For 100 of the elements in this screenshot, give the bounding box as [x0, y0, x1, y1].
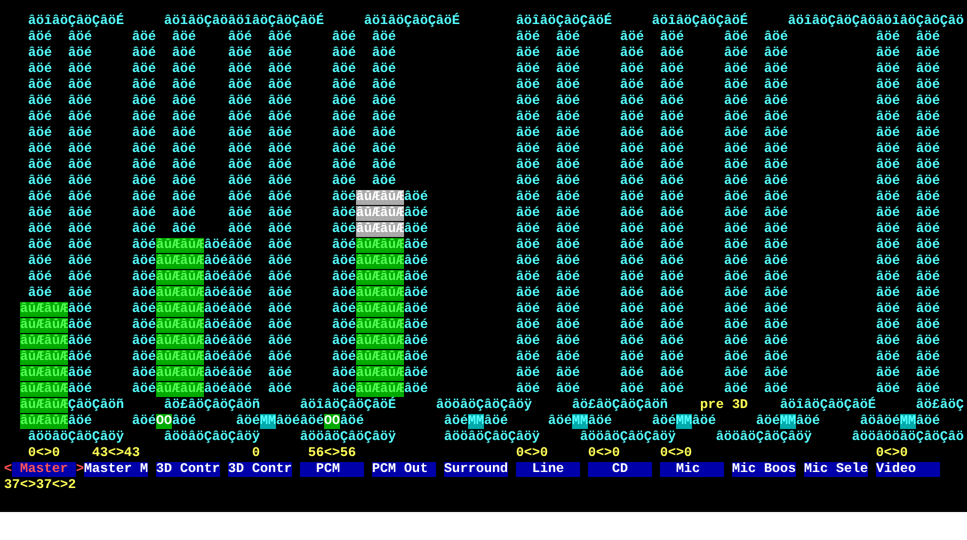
- terminal-text: âöé: [332, 222, 356, 237]
- volume-bar-text: âûÆâûÆ: [156, 334, 204, 349]
- terminal-text: âöé: [68, 238, 92, 253]
- channel-tab[interactable]: Video: [876, 462, 940, 477]
- terminal-text: âöé: [28, 254, 52, 269]
- terminal-text: âöé: [516, 302, 540, 317]
- selection-arrow: <: [4, 462, 12, 477]
- terminal-text: âöé: [268, 382, 292, 397]
- volume-bar-text: âûÆâûÆ: [356, 254, 404, 269]
- terminal-text: âöé: [916, 238, 940, 253]
- terminal-text: âöé: [28, 286, 52, 301]
- channel-tab[interactable]: Mic Sele: [804, 462, 868, 477]
- terminal-text: âöé: [764, 382, 788, 397]
- terminal-text: âöé: [556, 222, 580, 237]
- channel-tab[interactable]: Line: [516, 462, 580, 477]
- terminal-text: âöîâöÇâöÇâöÉ: [780, 398, 876, 413]
- terminal-text: âö£âöÇâöÇâöñ: [164, 398, 260, 413]
- mute-indicator: MM: [572, 414, 588, 429]
- terminal-text: âöé: [660, 222, 684, 237]
- terminal-text: âöé: [620, 110, 644, 125]
- terminal-text: âöé: [556, 254, 580, 269]
- terminal-text: âöé: [916, 350, 940, 365]
- terminal-text: âöé: [404, 286, 428, 301]
- terminal-text: âöé: [548, 414, 572, 429]
- terminal-text: âöéâöé: [204, 334, 252, 349]
- terminal-text: âöé: [28, 62, 52, 77]
- terminal-text: âöé: [516, 350, 540, 365]
- volume-bar-text: âûÆâûÆ: [356, 302, 404, 317]
- terminal-text: âöé: [228, 62, 252, 77]
- terminal-text: âöé: [68, 286, 92, 301]
- terminal-text: âöé: [724, 46, 748, 61]
- terminal-text: âöé: [764, 238, 788, 253]
- peak-bar-text: âûÆâûÆ: [356, 190, 404, 205]
- terminal-text: âöé: [620, 206, 644, 221]
- channel-tab[interactable]: CD: [588, 462, 652, 477]
- terminal-text: âöé: [516, 158, 540, 173]
- volume-bar-text: âûÆâûÆ: [20, 334, 68, 349]
- terminal-text: âöé: [724, 190, 748, 205]
- volume-bar-text: âûÆâûÆ: [156, 286, 204, 301]
- terminal-text: âöé: [228, 126, 252, 141]
- channel-tab[interactable]: Master M: [84, 462, 148, 477]
- terminal-text: âöé: [620, 174, 644, 189]
- terminal-text: âöé: [332, 270, 356, 285]
- terminal-text: âöé: [876, 94, 900, 109]
- terminal-text: âöé: [28, 126, 52, 141]
- volume-bar-text: âûÆâûÆ: [356, 382, 404, 397]
- channel-tab[interactable]: Mic: [660, 462, 724, 477]
- terminal-text: âöé: [660, 286, 684, 301]
- mute-indicator: MM: [900, 414, 916, 429]
- terminal-text: âöé: [228, 190, 252, 205]
- volume-value: 3D: [732, 398, 748, 413]
- terminal-text: âöé: [172, 30, 196, 45]
- terminal-text: âöé: [132, 286, 156, 301]
- terminal-text: âöé: [172, 78, 196, 93]
- volume-bar-text: âûÆâûÆ: [156, 254, 204, 269]
- terminal-text: âöé: [28, 142, 52, 157]
- terminal-text: ÇâöÇâöñ: [68, 398, 124, 413]
- terminal-text: âöé: [172, 158, 196, 173]
- volume-bar-text: âûÆâûÆ: [156, 366, 204, 381]
- terminal-text: âöé: [28, 94, 52, 109]
- channel-tab[interactable]: 3D Contr: [228, 462, 292, 477]
- channel-tab[interactable]: 3D Contr: [156, 462, 220, 477]
- terminal-text: âööâööâöÇâöÇâö: [852, 430, 964, 445]
- terminal-text: âöé: [132, 222, 156, 237]
- terminal-text: âöé: [68, 62, 92, 77]
- terminal-text: âöé: [484, 414, 508, 429]
- terminal-text: âöé: [228, 46, 252, 61]
- terminal-text: âöé: [516, 142, 540, 157]
- terminal-text: âöé: [404, 270, 428, 285]
- terminal-text: âöé: [228, 94, 252, 109]
- terminal-text: âöé: [132, 206, 156, 221]
- terminal-text: âöé: [620, 78, 644, 93]
- terminal-text: âöé: [660, 334, 684, 349]
- terminal-text: âö£âöÇâöÇâöñ: [572, 398, 668, 413]
- terminal-text: âöé: [916, 110, 940, 125]
- volume-bar-text: âûÆâûÆ: [156, 238, 204, 253]
- channel-tab[interactable]: Mic Boos: [732, 462, 796, 477]
- channel-tab[interactable]: Surround: [444, 462, 508, 477]
- channel-tab[interactable]: PCM: [300, 462, 364, 477]
- volume-value: 56<>56: [308, 446, 356, 461]
- terminal-text: âöé: [724, 62, 748, 77]
- terminal-text: âöé: [876, 110, 900, 125]
- terminal-text: âöé: [132, 254, 156, 269]
- terminal-text: âöé: [556, 62, 580, 77]
- mute-indicator: MM: [468, 414, 484, 429]
- terminal-text: âöé: [172, 62, 196, 77]
- terminal-text: âöé: [876, 334, 900, 349]
- terminal-text: âöé: [556, 286, 580, 301]
- terminal-text: âöéâöé: [204, 238, 252, 253]
- terminal-text: âöé: [916, 94, 940, 109]
- terminal-text: âöé: [372, 30, 396, 45]
- terminal-text: âöé: [516, 270, 540, 285]
- channel-tab[interactable]: Master: [12, 462, 76, 477]
- terminal-text: âöé: [332, 286, 356, 301]
- channel-tab[interactable]: PCM Out: [372, 462, 436, 477]
- terminal-text: âöé: [404, 366, 428, 381]
- terminal-text: âöé: [764, 174, 788, 189]
- volume-bar-text: âûÆâûÆ: [156, 350, 204, 365]
- terminal-text: âöé: [268, 110, 292, 125]
- terminal-text: âöé: [68, 94, 92, 109]
